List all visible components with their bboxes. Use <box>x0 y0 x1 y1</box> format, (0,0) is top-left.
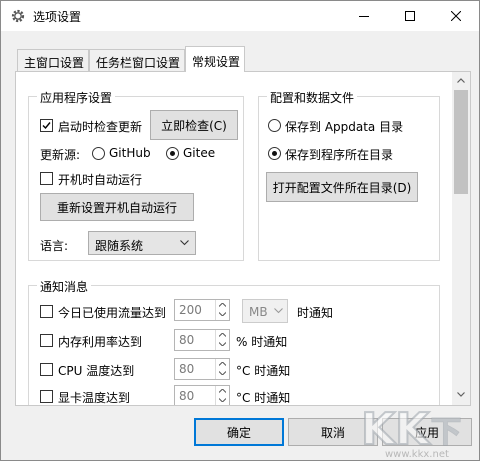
config-files-title: 配置和数据文件 <box>267 89 358 106</box>
svg-text:下: 下 <box>431 415 461 450</box>
save-appdata-label[interactable]: 保存到 Appdata 目录 <box>285 118 403 135</box>
check-update-label[interactable]: 启动时检查更新 <box>58 118 142 135</box>
vertical-scrollbar[interactable] <box>452 72 470 405</box>
gpu-temp-notify-suffix: °C 时通知 <box>236 391 291 405</box>
reset-autorun-button[interactable]: 重新设置开机自动运行 <box>40 193 194 221</box>
memory-threshold-value: 80 <box>179 333 195 347</box>
memory-notify-checkbox[interactable] <box>40 334 53 347</box>
source-gitee-label[interactable]: Gitee <box>183 146 215 160</box>
check-update-checkbox[interactable] <box>40 119 53 132</box>
language-select[interactable]: 跟随系统 <box>88 231 196 255</box>
minimize-icon <box>359 16 369 17</box>
gpu-temp-notify-label[interactable]: 显卡温度达到 <box>58 389 130 405</box>
cpu-temp-notify-suffix: °C 时通知 <box>236 364 291 378</box>
spin-down-icon <box>219 342 226 346</box>
memory-threshold-spinner[interactable] <box>215 330 229 350</box>
traffic-notify-suffix: 时通知 <box>297 306 334 320</box>
window-title: 选项设置 <box>33 10 82 24</box>
gpu-temp-notify-checkbox[interactable] <box>40 390 53 403</box>
traffic-unit-select[interactable]: MB <box>242 299 288 323</box>
cpu-temp-notify-label[interactable]: CPU 温度达到 <box>58 362 134 379</box>
cpu-temp-threshold-spinner[interactable] <box>215 359 229 379</box>
save-program-dir-label[interactable]: 保存到程序所在目录 <box>285 146 393 163</box>
spin-down-icon <box>219 371 226 375</box>
gpu-temp-threshold-value: 80 <box>179 389 195 403</box>
tab-general[interactable]: 常规设置 <box>185 46 245 72</box>
spin-up-icon <box>219 333 226 337</box>
app-settings-title: 应用程序设置 <box>37 89 116 106</box>
gpu-temp-threshold-spinner[interactable] <box>215 386 229 405</box>
memory-notify-suffix: % 时通知 <box>236 335 288 349</box>
cpu-temp-threshold-value: 80 <box>179 362 195 376</box>
source-github-radio[interactable] <box>92 147 105 160</box>
traffic-notify-label[interactable]: 今日已使用流量达到 <box>58 304 166 321</box>
autorun-checkbox[interactable] <box>40 172 53 185</box>
traffic-notify-checkbox[interactable] <box>40 305 53 318</box>
save-appdata-radio[interactable] <box>268 119 281 132</box>
language-label: 语言: <box>40 239 69 253</box>
notifications-title: 通知消息 <box>37 278 92 295</box>
title-bar[interactable]: 选项设置 <box>1 1 479 31</box>
cpu-temp-threshold-input[interactable]: 80 <box>174 358 230 380</box>
spin-down-icon <box>219 398 226 402</box>
chevron-down-icon <box>180 240 189 246</box>
checkmark-icon <box>42 122 51 130</box>
ok-button[interactable]: 确定 <box>194 418 284 446</box>
save-program-dir-radio[interactable] <box>268 147 281 160</box>
spin-down-icon <box>219 312 226 316</box>
minimize-button[interactable] <box>341 1 387 31</box>
tab-taskbar-window[interactable]: 任务栏窗口设置 <box>89 49 185 71</box>
update-source-label: 更新源: <box>40 148 81 162</box>
tab-main-window[interactable]: 主窗口设置 <box>17 49 89 71</box>
language-value: 跟随系统 <box>95 239 144 253</box>
traffic-threshold-input[interactable]: 200 <box>174 299 230 321</box>
source-gitee-radio[interactable] <box>166 147 179 160</box>
chevron-down-icon <box>274 308 283 314</box>
autorun-label[interactable]: 开机时自动运行 <box>58 171 142 188</box>
gpu-temp-threshold-input[interactable]: 80 <box>174 385 230 405</box>
memory-notify-label[interactable]: 内存利用率达到 <box>58 333 142 350</box>
open-config-dir-button[interactable]: 打开配置文件所在目录(D) <box>266 172 418 202</box>
scroll-up-icon <box>457 78 465 83</box>
traffic-unit-value: MB <box>249 305 268 319</box>
traffic-threshold-spinner[interactable] <box>215 300 229 320</box>
options-dialog: 选项设置 主窗口设置 任务栏窗口设置 常规设置 应用程序设置 启动时检查更新 立… <box>0 0 480 461</box>
watermark-url: www.kkx.net <box>385 449 449 460</box>
maximize-icon <box>405 11 415 21</box>
check-now-button[interactable]: 立即检查(C) <box>150 110 238 140</box>
traffic-threshold-value: 200 <box>179 303 202 317</box>
gear-icon <box>10 8 26 24</box>
spin-up-icon <box>219 362 226 366</box>
memory-threshold-input[interactable]: 80 <box>174 329 230 351</box>
spin-up-icon <box>219 389 226 393</box>
maximize-button[interactable] <box>387 1 433 31</box>
close-button[interactable] <box>433 1 479 31</box>
close-icon <box>451 11 461 21</box>
cpu-temp-notify-checkbox[interactable] <box>40 363 53 376</box>
general-settings-panel: 应用程序设置 启动时检查更新 立即检查(C) 更新源: GitHub Gitee… <box>15 71 471 406</box>
svg-text:KK: KK <box>361 404 431 455</box>
source-github-label[interactable]: GitHub <box>109 146 151 160</box>
spin-up-icon <box>219 303 226 307</box>
scrollbar-thumb[interactable] <box>454 90 468 194</box>
